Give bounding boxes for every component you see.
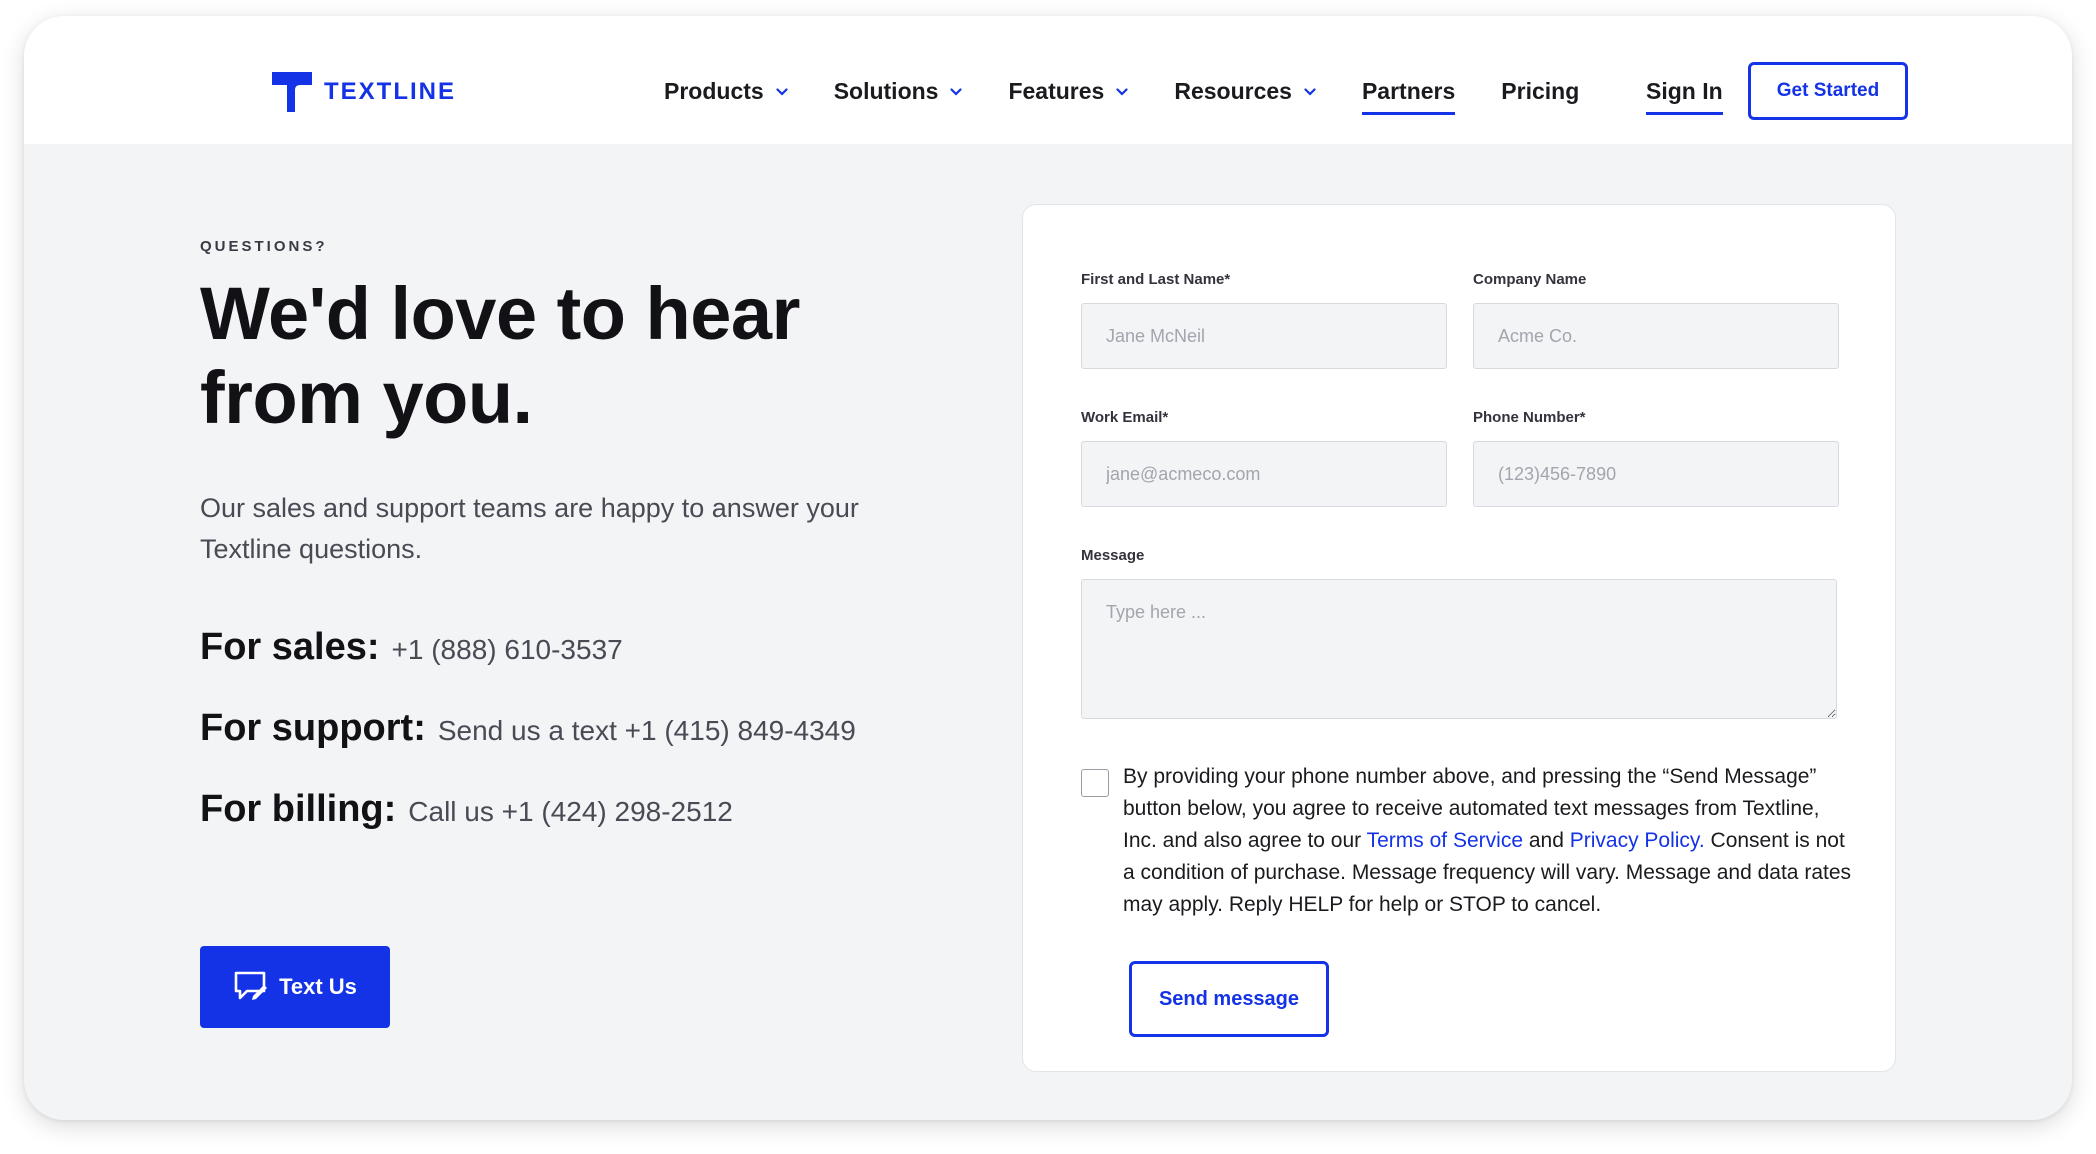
- nav-resources-label: Resources: [1174, 78, 1292, 104]
- send-message-button[interactable]: Send message: [1129, 961, 1329, 1037]
- chevron-down-icon: [776, 87, 788, 96]
- support-label: For support:: [200, 707, 426, 749]
- chevron-down-icon: [950, 87, 963, 96]
- textline-logo[interactable]: TEXTLINE: [272, 72, 456, 112]
- nav-partners-label: Partners: [1361, 78, 1456, 104]
- consent-text: By providing your phone number above, an…: [1123, 761, 1853, 921]
- billing-label: For billing:: [200, 788, 397, 830]
- nav-resources[interactable]: Resources: [1174, 78, 1316, 109]
- privacy-policy-link[interactable]: Privacy Policy.: [1570, 829, 1705, 852]
- chat-edit-icon: [234, 971, 268, 1000]
- contact-form: First and Last Name* Company Name Work E…: [1022, 204, 1896, 1072]
- nav-partners[interactable]: Partners: [1361, 78, 1456, 115]
- support-phone[interactable]: Send us a text +1 (415) 849-4349: [438, 715, 856, 747]
- email-input[interactable]: [1081, 441, 1447, 507]
- nav-solutions-label: Solutions: [833, 78, 939, 104]
- sales-contact: For sales: +1 (888) 610-3537: [200, 626, 623, 669]
- name-input[interactable]: [1081, 303, 1447, 369]
- billing-phone[interactable]: Call us +1 (424) 298-2512: [408, 796, 733, 828]
- main-nav: Products Solutions Features Resources Pa…: [664, 78, 1625, 115]
- chevron-down-icon: [1304, 87, 1316, 96]
- sms-consent: By providing your phone number above, an…: [1081, 761, 1853, 921]
- nav-pricing-label: Pricing: [1501, 78, 1580, 104]
- phone-label: Phone Number*: [1473, 409, 1586, 426]
- message-field-group: Message: [1081, 547, 1837, 724]
- email-label: Work Email*: [1081, 409, 1169, 426]
- nav-features[interactable]: Features: [1008, 78, 1128, 109]
- nav-products-label: Products: [664, 78, 764, 104]
- get-started-button[interactable]: Get Started: [1748, 62, 1908, 120]
- sign-in-link[interactable]: Sign In: [1646, 78, 1723, 115]
- page-title: We'd love to hear from you.: [200, 272, 800, 439]
- sales-label: For sales:: [200, 626, 380, 668]
- chevron-down-icon: [1116, 87, 1128, 96]
- nav-pricing[interactable]: Pricing: [1501, 78, 1579, 109]
- message-label: Message: [1081, 547, 1145, 564]
- name-field-group: First and Last Name*: [1081, 271, 1447, 369]
- logo-wordmark: TEXTLINE: [324, 78, 457, 105]
- support-contact: For support: Send us a text +1 (415) 849…: [200, 707, 856, 750]
- text-us-label: Text Us: [279, 974, 357, 999]
- nav-features-label: Features: [1008, 78, 1105, 104]
- nav-solutions[interactable]: Solutions: [834, 78, 963, 109]
- sales-phone[interactable]: +1 (888) 610-3537: [392, 634, 623, 666]
- phone-field-group: Phone Number*: [1473, 409, 1839, 507]
- billing-contact: For billing: Call us +1 (424) 298-2512: [200, 788, 733, 831]
- email-field-group: Work Email*: [1081, 409, 1447, 507]
- eyebrow-text: QUESTIONS?: [200, 238, 328, 255]
- company-input[interactable]: [1473, 303, 1839, 369]
- text-us-button[interactable]: Text Us: [200, 946, 390, 1028]
- message-textarea[interactable]: [1081, 579, 1837, 719]
- company-label: Company Name: [1473, 271, 1587, 288]
- browser-frame: TEXTLINE Products Solutions Features Res…: [24, 16, 2072, 1120]
- site-header: TEXTLINE Products Solutions Features Res…: [24, 16, 2072, 144]
- lead-paragraph: Our sales and support teams are happy to…: [200, 493, 859, 564]
- consent-text-middle: and: [1523, 829, 1570, 852]
- consent-checkbox[interactable]: [1081, 769, 1109, 797]
- company-field-group: Company Name: [1473, 271, 1839, 369]
- nav-products[interactable]: Products: [664, 78, 788, 109]
- terms-of-service-link[interactable]: Terms of Service: [1367, 829, 1523, 852]
- name-label: First and Last Name*: [1081, 271, 1231, 288]
- phone-input[interactable]: [1473, 441, 1839, 507]
- textline-logo-icon: [272, 72, 312, 112]
